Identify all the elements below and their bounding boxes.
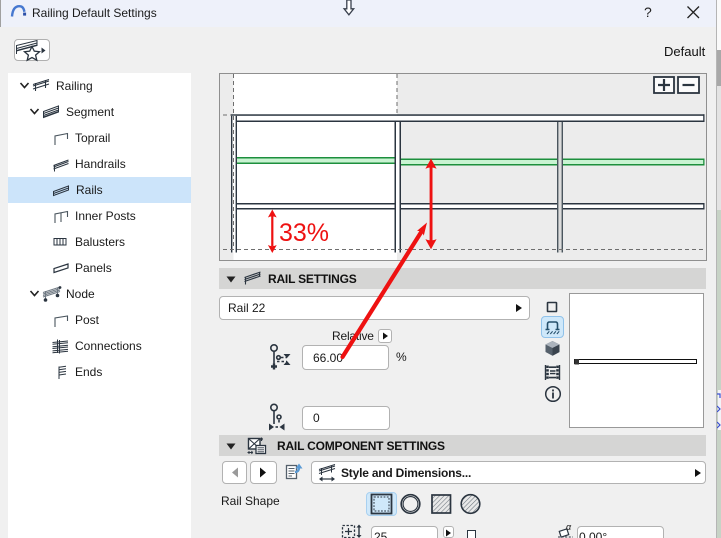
svg-text:α: α (566, 522, 572, 532)
